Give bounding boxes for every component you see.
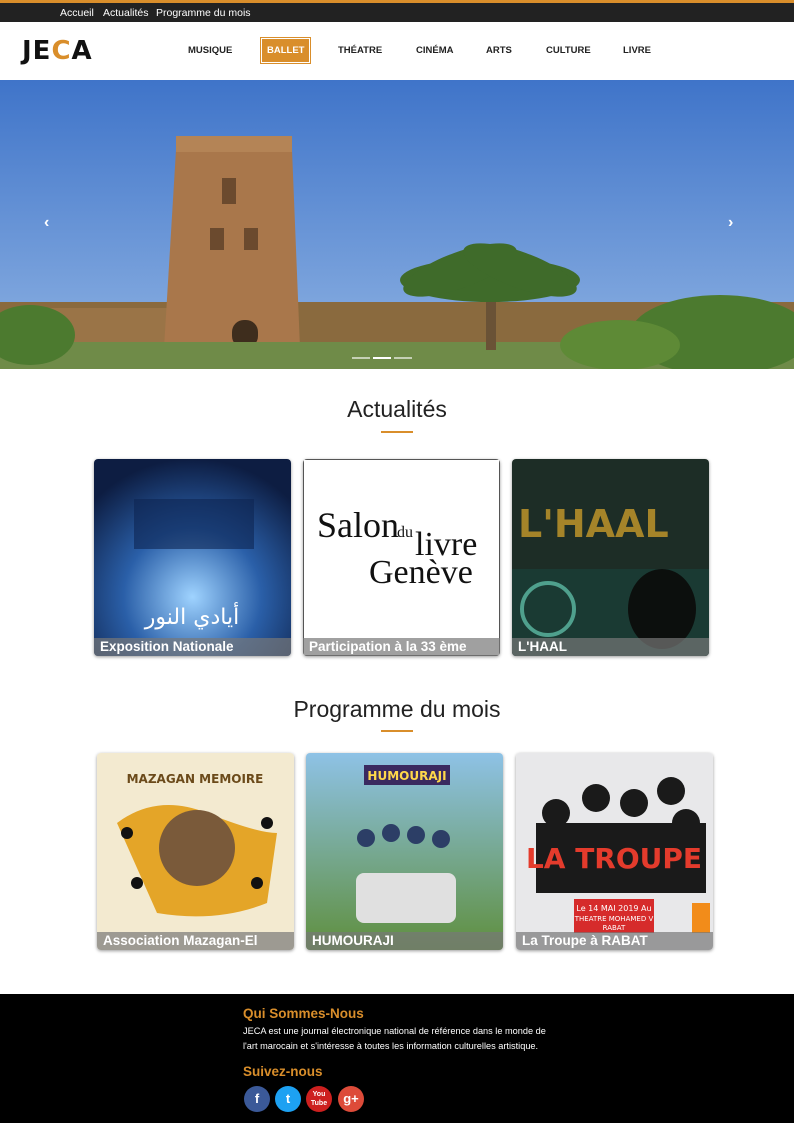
news-card-caption: Exposition Nationale	[94, 638, 291, 656]
program-card-image: LA TROUPE Le 14 MAI 2019 Au THEATRE MOHA…	[516, 753, 713, 950]
slide-indicator-2[interactable]	[373, 357, 391, 359]
nav-item-culture[interactable]: CULTURE	[546, 45, 591, 56]
footer-about-text: JECA est une journal électronique nation…	[243, 1024, 573, 1054]
svg-text:Genève: Genève	[369, 554, 473, 591]
svg-text:RABAT: RABAT	[603, 924, 626, 932]
google-plus-icon[interactable]: g+	[338, 1086, 364, 1112]
news-card[interactable]: L'HAAL L'HAAL	[512, 459, 709, 656]
svg-text:HUMOURAJI: HUMOURAJI	[367, 769, 446, 783]
program-card-image: MAZAGAN MEMOIRE	[97, 753, 294, 950]
footer-follow-title: Suivez-nous	[243, 1064, 323, 1079]
slide-indicator-1[interactable]	[352, 357, 370, 359]
program-card-caption: HUMOURAJI	[306, 932, 503, 950]
footer-about-line: JECA est une journal électronique nation…	[243, 1026, 546, 1036]
topbar-link-accueil[interactable]: Accueil	[60, 7, 94, 19]
carousel-next-icon[interactable]: ›	[728, 214, 733, 232]
news-card-image: أيادي النور	[94, 459, 291, 656]
news-card[interactable]: أيادي النور Exposition Nationale	[94, 459, 291, 656]
twitter-icon[interactable]: t	[275, 1086, 301, 1112]
news-card-caption: L'HAAL	[512, 638, 709, 656]
svg-text:Salon: Salon	[317, 505, 399, 545]
site-logo[interactable]: JECA	[22, 36, 93, 66]
hero-image	[0, 80, 794, 369]
program-card[interactable]: MAZAGAN MEMOIRE Association Mazagan-El	[97, 753, 294, 950]
carousel-prev-icon[interactable]: ‹	[44, 214, 49, 232]
nav-item-arts[interactable]: ARTS	[486, 45, 512, 56]
svg-text:أيادي النور: أيادي النور	[144, 602, 239, 630]
slide-indicator-3[interactable]	[394, 357, 412, 359]
section-divider	[381, 730, 413, 732]
nav-item-musique[interactable]: MUSIQUE	[188, 45, 232, 56]
svg-text:THEATRE MOHAMED V: THEATRE MOHAMED V	[574, 915, 654, 923]
hero-carousel[interactable]: ‹ ›	[0, 80, 794, 369]
program-card[interactable]: LA TROUPE Le 14 MAI 2019 Au THEATRE MOHA…	[516, 753, 713, 950]
svg-text:L'HAAL: L'HAAL	[518, 502, 669, 546]
nav-item-cinema[interactable]: CINÉMA	[416, 45, 453, 56]
topbar-link-actualites[interactable]: Actualités	[103, 7, 149, 19]
news-card-image: Salon du livre Genève	[303, 459, 500, 656]
nav-item-livre[interactable]: LIVRE	[623, 45, 651, 56]
section-divider	[381, 431, 413, 433]
section-title-programme: Programme du mois	[293, 696, 501, 722]
program-card-image: HUMOURAJI	[306, 753, 503, 950]
topbar-link-programme[interactable]: Programme du mois	[156, 7, 251, 19]
program-card-caption: Association Mazagan-El	[97, 932, 294, 950]
news-card-caption: Participation à la 33 ème	[303, 638, 500, 656]
site-header: JECA MUSIQUE BALLET THÉATRE CINÉMA ARTS …	[0, 22, 794, 80]
nav-item-theatre[interactable]: THÉATRE	[338, 45, 382, 56]
news-card[interactable]: Salon du livre Genève Participation à la…	[303, 459, 500, 656]
section-title-actualites: Actualités	[347, 396, 447, 422]
program-card[interactable]: HUMOURAJI HUMOURAJI	[306, 753, 503, 950]
svg-text:LA TROUPE: LA TROUPE	[526, 842, 702, 875]
nav-item-ballet[interactable]: BALLET	[259, 37, 312, 64]
program-card-caption: La Troupe à RABAT	[516, 932, 713, 950]
news-card-image: L'HAAL	[512, 459, 709, 656]
footer-about-line: l'art marocain et s'intéresse à toutes l…	[243, 1041, 539, 1051]
svg-text:du: du	[397, 524, 413, 541]
top-bar: Accueil Actualités Programme du mois	[0, 0, 794, 22]
footer-about-title: Qui Sommes-Nous	[243, 1006, 364, 1021]
site-footer: Qui Sommes-Nous JECA est une journal éle…	[0, 994, 794, 1123]
youtube-icon[interactable]: You Tube	[306, 1086, 332, 1112]
facebook-icon[interactable]: f	[244, 1086, 270, 1112]
svg-text:Le 14 MAI 2019 Au: Le 14 MAI 2019 Au	[576, 904, 651, 913]
svg-text:MAZAGAN MEMOIRE: MAZAGAN MEMOIRE	[127, 772, 264, 786]
